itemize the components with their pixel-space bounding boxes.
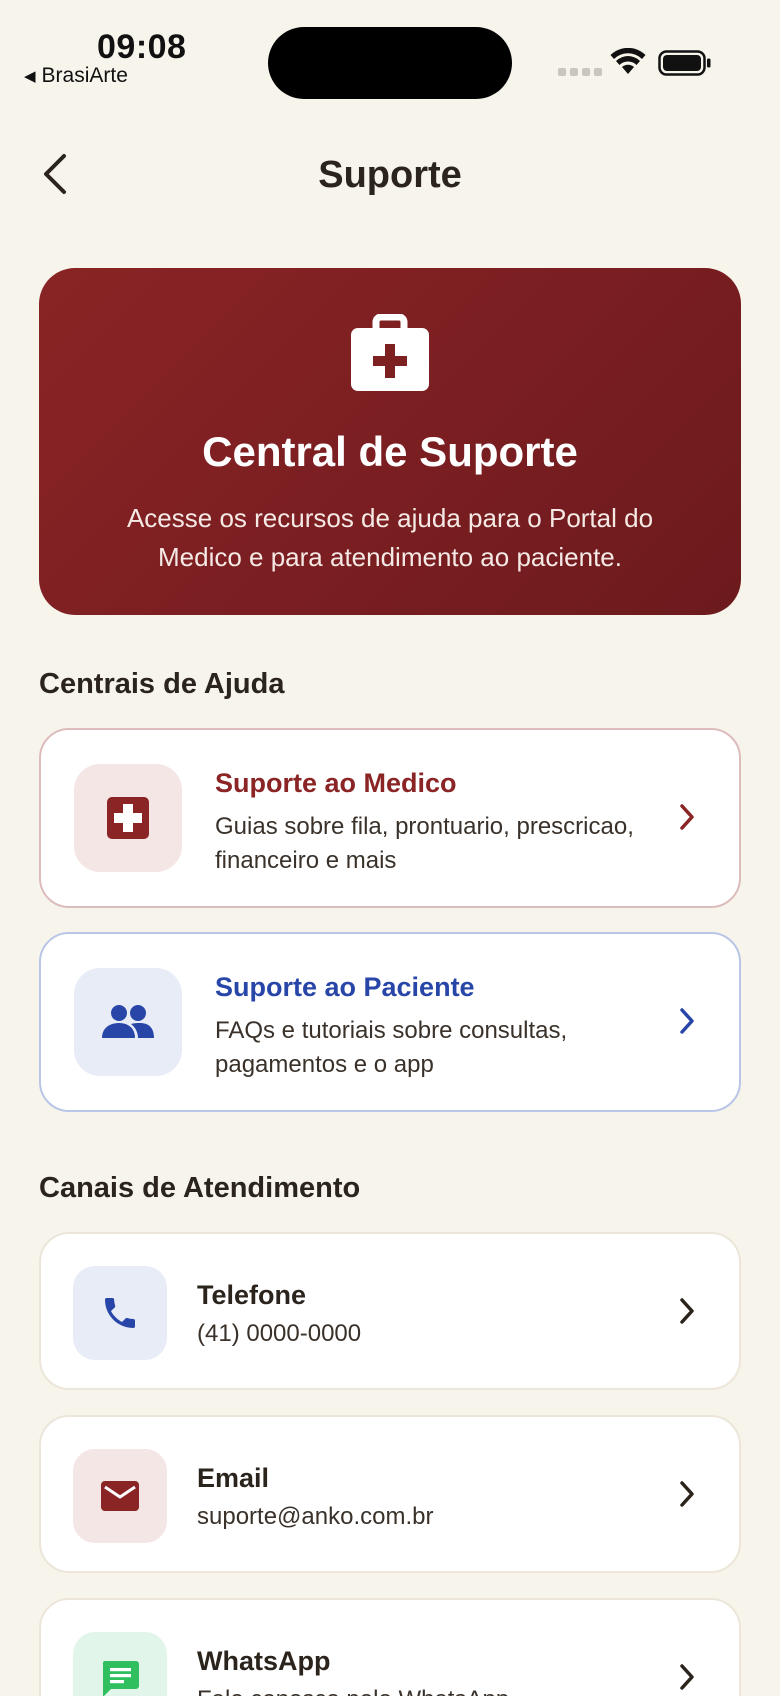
doctor-support-icon-box <box>74 764 182 872</box>
email-channel-title: Email <box>197 1463 270 1493</box>
doctor-support-title: Suporte ao Medico <box>215 768 457 798</box>
chevron-right-icon <box>680 804 694 830</box>
doctor-support-description: Guias sobre fila, prontuario, prescricao… <box>215 813 634 874</box>
patient-support-card[interactable]: Suporte ao Paciente FAQs e tutoriais sob… <box>39 932 741 1112</box>
medical-kit-icon <box>351 314 429 391</box>
chevron-right-icon <box>680 1008 694 1034</box>
back-to-app-link[interactable]: ◀ BrasiArte <box>24 64 128 88</box>
hero-description: Acesse os recursos de ajuda para o Porta… <box>126 503 654 572</box>
phone-icon-box <box>73 1266 167 1360</box>
patient-support-title: Suporte ao Paciente <box>215 972 475 1002</box>
doctor-support-card[interactable]: Suporte ao Medico Guias sobre fila, pron… <box>39 728 741 908</box>
status-bar: 09:08 ◀ BrasiArte <box>0 0 780 110</box>
patient-support-description: FAQs e tutoriais sobre consultas, pagame… <box>215 1017 568 1078</box>
dynamic-island <box>268 27 512 99</box>
page-title: Suporte <box>318 154 462 196</box>
hero-title: Central de Suporte <box>202 428 578 475</box>
phone-channel-card[interactable]: Telefone (41) 0000-0000 <box>39 1232 741 1390</box>
patient-support-icon-box <box>74 968 182 1076</box>
whatsapp-icon-box <box>73 1632 167 1696</box>
channels-section-title: Canais de Atendimento <box>39 1172 361 1204</box>
email-channel-card[interactable]: Email suporte@anko.com.br <box>39 1415 741 1573</box>
phone-channel-title: Telefone <box>197 1280 307 1310</box>
phone-icon <box>105 1298 135 1328</box>
people-icon <box>102 1005 154 1038</box>
status-time: 09:08 <box>97 28 187 66</box>
battery-icon <box>658 50 711 76</box>
email-channel-value: suporte@anko.com.br <box>197 1503 434 1530</box>
help-section-title: Centrais de Ajuda <box>39 668 285 700</box>
back-app-label: BrasiArte <box>41 64 128 87</box>
chat-icon <box>102 1661 139 1696</box>
support-hero-banner: Central de Suporte Acesse os recursos de… <box>39 268 741 615</box>
wifi-icon <box>610 48 646 74</box>
medical-cross-icon <box>107 797 149 839</box>
email-icon-box <box>73 1449 167 1543</box>
mail-icon <box>101 1481 139 1511</box>
chevron-right-icon <box>680 1298 694 1324</box>
chevron-right-icon <box>680 1664 694 1690</box>
whatsapp-channel-card[interactable]: WhatsApp Fale conosco pelo WhatsApp <box>39 1598 741 1696</box>
cellular-signal-icon <box>558 68 602 76</box>
chevron-right-icon <box>680 1481 694 1507</box>
phone-channel-value: (41) 0000-0000 <box>197 1320 362 1347</box>
back-triangle-icon: ◀ <box>24 68 36 85</box>
whatsapp-channel-title: WhatsApp <box>197 1646 331 1676</box>
whatsapp-channel-value: Fale conosco pelo WhatsApp <box>197 1686 509 1696</box>
